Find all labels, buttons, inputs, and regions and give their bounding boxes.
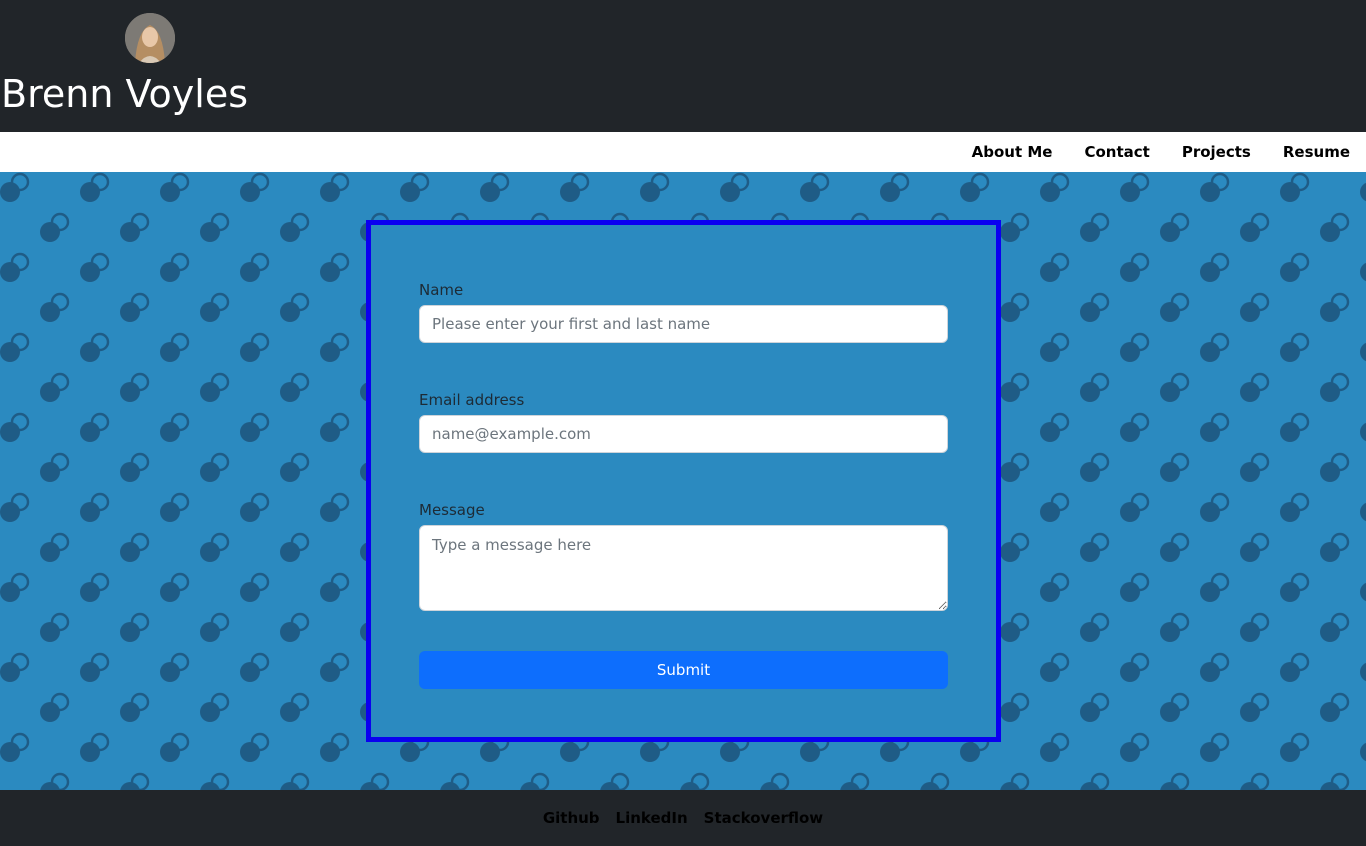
profile-avatar (125, 13, 175, 63)
site-title: Brenn Voyles (1, 72, 248, 116)
nav-projects[interactable]: Projects (1182, 132, 1251, 172)
top-navbar: About Me Contact Projects Resume (0, 132, 1366, 172)
email-input[interactable] (419, 415, 948, 453)
site-footer: Github LinkedIn Stackoverflow (0, 790, 1366, 846)
footer-link-stackoverflow[interactable]: Stackoverflow (704, 809, 824, 827)
footer-links: Github LinkedIn Stackoverflow (0, 790, 1366, 846)
message-textarea[interactable] (419, 525, 948, 611)
footer-link-linkedin[interactable]: LinkedIn (616, 809, 688, 827)
submit-button[interactable]: Submit (419, 651, 948, 689)
nav-resume[interactable]: Resume (1283, 132, 1350, 172)
footer-link-github[interactable]: Github (543, 809, 600, 827)
name-label: Name (419, 281, 464, 299)
message-label: Message (419, 501, 485, 519)
nav-contact[interactable]: Contact (1084, 132, 1149, 172)
site-header: Brenn Voyles (0, 0, 1366, 132)
name-input[interactable] (419, 305, 948, 343)
profile-photo-icon (125, 13, 175, 63)
contact-form: Name Email address Message Submit (366, 220, 1001, 742)
email-label: Email address (419, 391, 525, 409)
contact-section: Name Email address Message Submit (0, 172, 1366, 790)
nav-about-me[interactable]: About Me (972, 132, 1053, 172)
nav-links: About Me Contact Projects Resume (940, 132, 1350, 172)
